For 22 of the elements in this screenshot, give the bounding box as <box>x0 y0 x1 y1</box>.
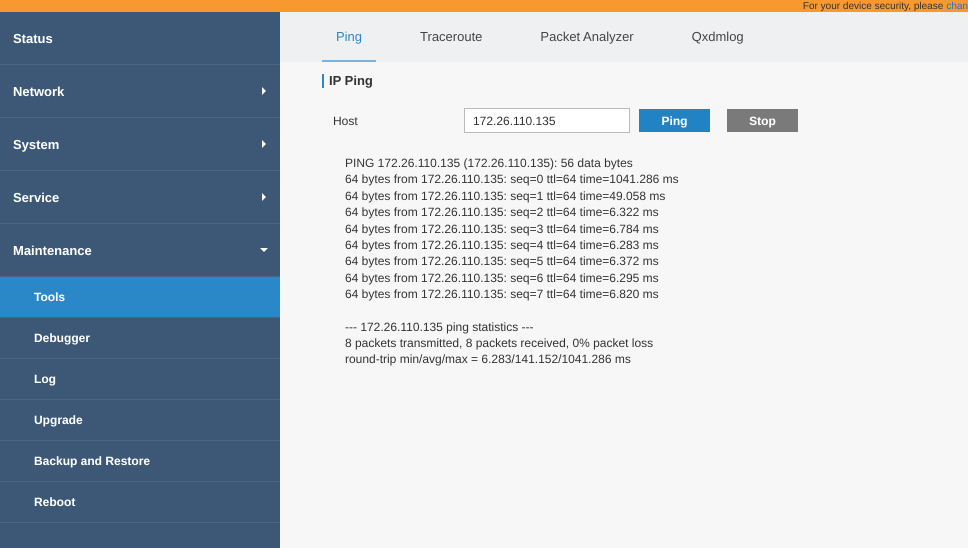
tab[interactable]: Traceroute <box>406 12 496 62</box>
output-line: 64 bytes from 172.26.110.135: seq=2 ttl=64 time=6.322 ms <box>345 204 660 221</box>
ping-button[interactable]: Ping <box>639 109 710 132</box>
sidebar-subitem[interactable]: Tools <box>0 277 280 318</box>
output-line: PING 172.26.110.135 (172.26.110.135): 56 data bytes <box>345 155 634 172</box>
stats-line: --- 172.26.110.135 ping statistics --- <box>345 318 535 336</box>
output-line: 64 bytes from 172.26.110.135: seq=7 ttl=64 time=6.820 ms <box>345 286 660 303</box>
host-label: Host <box>333 114 359 128</box>
output-line: 64 bytes from 172.26.110.135: seq=1 ttl=64 time=49.058 ms <box>345 188 666 204</box>
output-line: 64 bytes from 172.26.110.135: seq=0 ttl=64 time=1041.286 ms <box>345 171 680 188</box>
output-line: 64 bytes from 172.26.110.135: seq=3 ttl=64 time=6.784 ms <box>345 220 660 238</box>
host-input[interactable]: 172.26.110.135 <box>464 108 630 133</box>
banner-text: For your device security, please <box>802 0 944 12</box>
stats-line: 8 packets transmitted, 8 packets received, 0% packet loss <box>345 335 654 352</box>
stop-button[interactable]: Stop <box>727 109 798 132</box>
output-line: 64 bytes from 172.26.110.135: seq=6 ttl=64 time=6.295 ms <box>345 270 660 286</box>
section-title: IP Ping <box>322 74 968 88</box>
stats-line: round-trip min/avg/max = 6.283/141.152/1041.286 ms <box>345 351 632 368</box>
tab[interactable]: Packet Analyzer <box>526 12 648 62</box>
output-line: 64 bytes from 172.26.110.135: seq=5 ttl=64 time=6.372 ms <box>345 253 660 270</box>
output-line: 64 bytes from 172.26.110.135: seq=4 ttl=64 time=6.283 ms <box>345 237 660 254</box>
tab[interactable]: Qxdmlog <box>678 12 758 62</box>
